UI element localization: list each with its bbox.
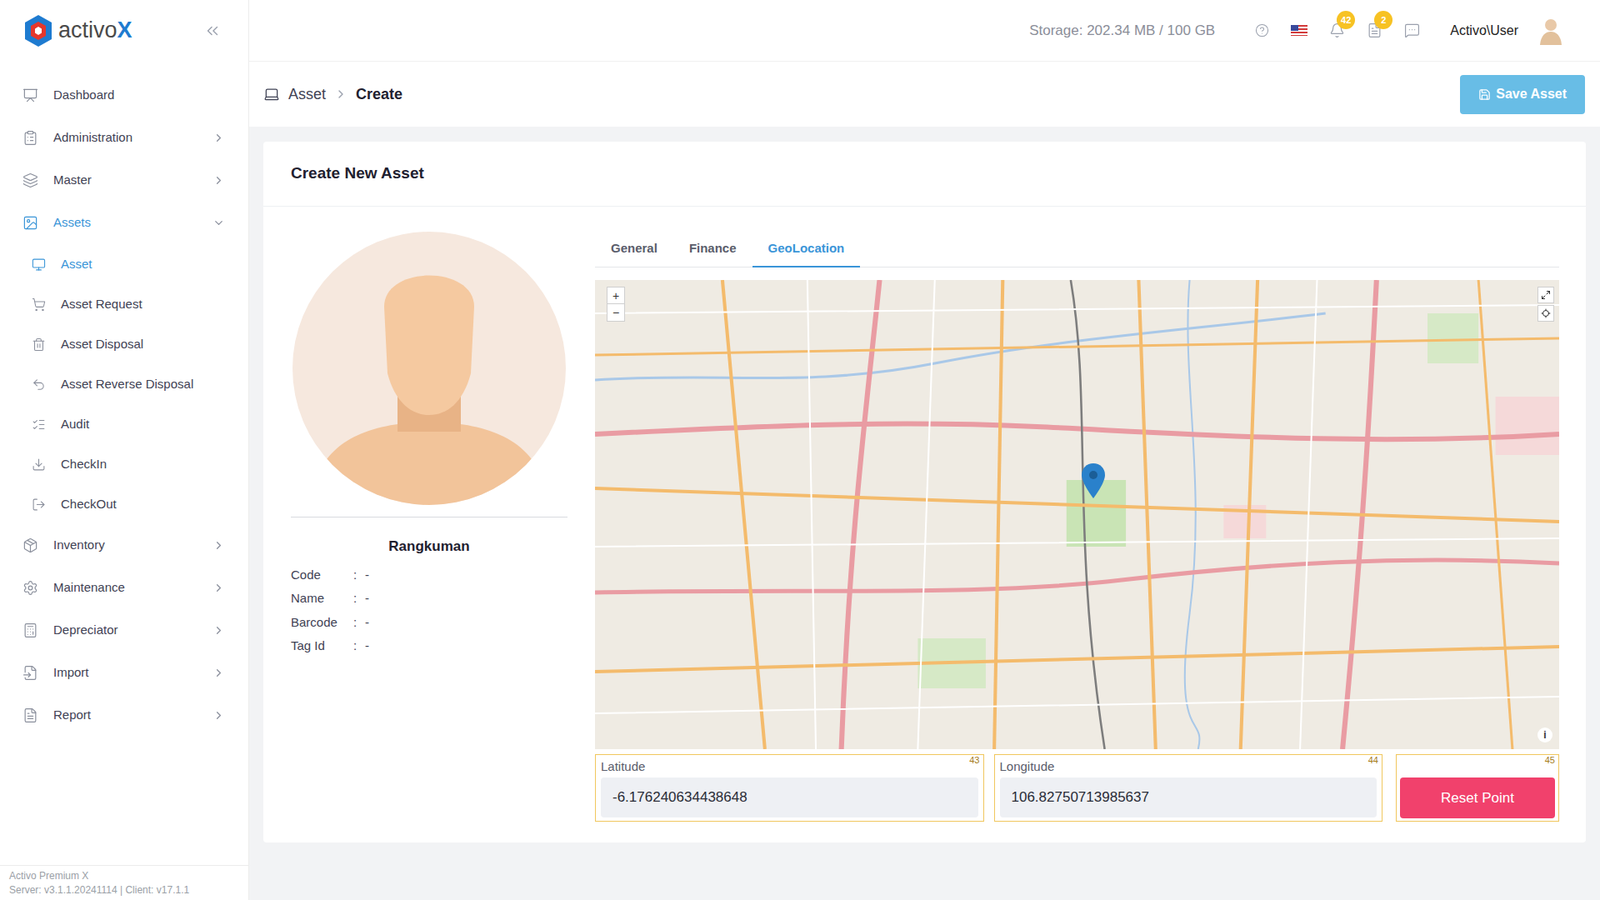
- sidebar-item[interactable]: Report: [0, 694, 249, 737]
- create-asset-card: Create New Asset Rangkuman Code:- Name:- Bar…: [263, 141, 1586, 843]
- map[interactable]: +− i: [595, 280, 1560, 750]
- fullscreen-icon: [1540, 290, 1551, 300]
- topbar: Storage: 202.34 MB / 100 GB 42 2 Activo\Use…: [249, 0, 1600, 61]
- chevron-right-icon: [212, 624, 225, 637]
- coordinate-field: 43Latitude-6.176240634438648: [595, 754, 985, 822]
- collapse-sidebar-icon[interactable]: [203, 21, 222, 40]
- sidebar-menu: DashboardAdministrationMasterAssetsAsset…: [0, 60, 249, 865]
- sidebar-subitem[interactable]: Asset Reverse Disposal: [0, 364, 249, 405]
- asset-icon: [263, 85, 280, 103]
- app: activoXDashboardAdministrationMasterAsse…: [0, 0, 1600, 900]
- tasks-badge: 2: [1374, 10, 1393, 30]
- sidebar-item[interactable]: Depreciator: [0, 609, 249, 652]
- notifications[interactable]: 42: [1329, 22, 1345, 39]
- help-icon[interactable]: [1255, 23, 1270, 38]
- locate-button[interactable]: [1537, 305, 1555, 322]
- menu-icon: [22, 580, 39, 596]
- logo[interactable]: activoX: [23, 14, 133, 48]
- menu-icon: [31, 417, 46, 432]
- tasks[interactable]: 2: [1366, 22, 1383, 39]
- menu-icon: [22, 87, 39, 104]
- breadcrumb-separator-icon: [334, 87, 348, 101]
- chevron-right-icon: [212, 709, 225, 722]
- map-pin-icon[interactable]: [1081, 463, 1105, 499]
- breadcrumb-bar: Asset Create Save Asset: [249, 60, 1600, 127]
- save-icon: [1478, 88, 1491, 101]
- menu-icon: [22, 215, 39, 231]
- menu-icon: [22, 130, 39, 146]
- coordinate-input[interactable]: -6.176240634438648: [600, 777, 979, 818]
- summary-row: Tag Id:-: [290, 636, 568, 656]
- summary-title: Rangkuman: [290, 535, 568, 558]
- chevron-right-icon: [212, 539, 225, 552]
- breadcrumb-item: Create: [355, 83, 403, 106]
- chevron-right-icon: [212, 581, 225, 595]
- menu-icon: [31, 497, 46, 512]
- sidebar-item[interactable]: Dashboard: [0, 74, 249, 117]
- chevron-down-icon: [212, 216, 225, 230]
- breadcrumb: Asset Create: [263, 83, 403, 106]
- map-info-button[interactable]: i: [1537, 727, 1553, 743]
- summary-row: Name:-: [290, 589, 568, 609]
- sidebar-item[interactable]: Master: [0, 159, 249, 202]
- sidebar-item[interactable]: Import: [0, 651, 249, 695]
- marker-number: 45: [1545, 755, 1555, 765]
- main: Storage: 202.34 MB / 100 GB 42 2 Activo\Use…: [249, 0, 1600, 900]
- chevron-right-icon: [212, 666, 225, 680]
- sidebar-item[interactable]: Inventory: [0, 524, 249, 567]
- zoom-in-button[interactable]: +: [607, 287, 625, 305]
- menu-icon: [22, 707, 39, 724]
- coordinate-field: 44Longitude106.82750713985637: [994, 754, 1384, 822]
- sidebar-item[interactable]: Assets: [0, 201, 249, 245]
- menu-icon: [22, 665, 39, 681]
- tabs: GeneralFinanceGeoLocation: [595, 231, 1560, 268]
- tab[interactable]: GeoLocation: [752, 231, 861, 268]
- storage-info: Storage: 202.34 MB / 100 GB: [1029, 20, 1215, 42]
- notification-badge: 42: [1336, 10, 1355, 30]
- sidebar-subitem[interactable]: Asset: [0, 244, 249, 285]
- menu-icon: [22, 537, 39, 554]
- fullscreen-button[interactable]: [1537, 286, 1555, 304]
- user-menu[interactable]: Activo\User: [1450, 16, 1565, 45]
- chevron-right-icon: [212, 174, 225, 187]
- menu-icon: [22, 172, 39, 189]
- menu-icon: [22, 622, 39, 639]
- breadcrumb-item[interactable]: Asset: [288, 83, 326, 106]
- card-title: Create New Asset: [290, 161, 425, 186]
- logo-icon: [23, 14, 54, 48]
- sidebar-footer: Activo Premium XServer: v3.1.1.20241114 …: [0, 865, 249, 900]
- sidebar-subitem[interactable]: CheckOut: [0, 484, 249, 525]
- menu-icon: [31, 377, 46, 392]
- tab[interactable]: Finance: [673, 231, 753, 268]
- coordinate-input[interactable]: 106.82750713985637: [1000, 777, 1378, 818]
- chat-icon[interactable]: [1404, 22, 1420, 39]
- save-asset-button[interactable]: Save Asset: [1460, 75, 1585, 115]
- sidebar-subitem[interactable]: Asset Disposal: [0, 324, 249, 365]
- summary-row: Barcode:-: [290, 613, 568, 633]
- sidebar: activoXDashboardAdministrationMasterAsse…: [0, 0, 250, 900]
- marker-number: 44: [1368, 755, 1379, 765]
- summary-row: Code:-: [290, 565, 568, 585]
- tab[interactable]: General: [595, 231, 674, 268]
- menu-icon: [31, 337, 46, 352]
- chevron-right-icon: [212, 131, 225, 145]
- summary-panel: Rangkuman Code:- Name:- Barcode:- Tag Id:-: [263, 231, 595, 822]
- reset-point-wrapper: 45 Reset Point: [1395, 754, 1560, 822]
- reset-point-button[interactable]: Reset Point: [1400, 777, 1555, 819]
- user-avatar-icon: [1536, 16, 1565, 45]
- marker-number: 43: [969, 755, 980, 765]
- sidebar-subitem[interactable]: Asset Request: [0, 284, 249, 325]
- zoom-out-button[interactable]: −: [607, 304, 625, 321]
- menu-icon: [31, 297, 46, 312]
- locate-icon: [1540, 308, 1551, 319]
- sidebar-item[interactable]: Administration: [0, 116, 249, 160]
- sidebar-item[interactable]: Maintenance: [0, 566, 249, 610]
- map-tiles-icon: [595, 280, 1560, 750]
- sidebar-subitem[interactable]: CheckIn: [0, 444, 249, 485]
- us-flag-icon[interactable]: [1290, 25, 1308, 36]
- avatar-placeholder-icon: [292, 231, 566, 505]
- sidebar-subitem[interactable]: Audit: [0, 404, 249, 445]
- menu-icon: [31, 257, 46, 272]
- menu-icon: [31, 457, 46, 472]
